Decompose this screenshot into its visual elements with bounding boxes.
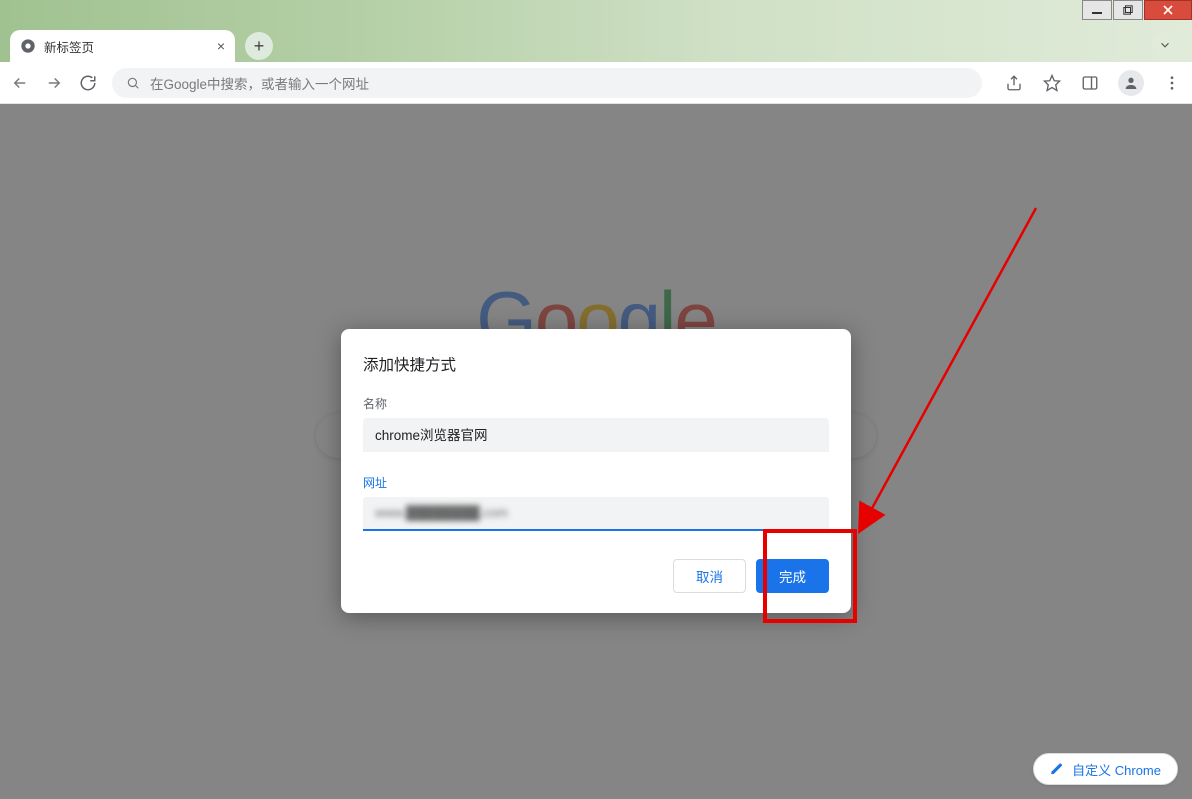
forward-button[interactable] (44, 73, 64, 93)
bookmark-star-icon[interactable] (1042, 73, 1062, 93)
side-panel-icon[interactable] (1080, 73, 1100, 93)
browser-tab[interactable]: 新标签页 × (10, 30, 235, 62)
tab-title: 新标签页 (44, 37, 94, 56)
browser-toolbar: 在Google中搜索，或者输入一个网址 (0, 62, 1192, 104)
reload-button[interactable] (78, 73, 98, 93)
window-close-button[interactable] (1144, 0, 1192, 20)
tab-close-icon[interactable]: × (217, 38, 225, 54)
window-titlebar (0, 0, 1192, 26)
name-field-label: 名称 (363, 395, 829, 412)
url-field-label: 网址 (363, 474, 829, 491)
new-tab-button[interactable]: + (245, 32, 273, 60)
chrome-favicon-icon (20, 38, 36, 54)
share-icon[interactable] (1004, 73, 1024, 93)
tab-strip: 新标签页 × + (0, 26, 1192, 62)
name-input[interactable] (363, 418, 829, 452)
window-minimize-button[interactable] (1082, 0, 1112, 20)
profile-avatar[interactable] (1118, 70, 1144, 96)
search-icon (126, 76, 140, 90)
omnibox[interactable]: 在Google中搜索，或者输入一个网址 (112, 68, 982, 98)
tab-search-button[interactable] (1152, 32, 1178, 58)
omnibox-placeholder: 在Google中搜索，或者输入一个网址 (150, 73, 369, 93)
customize-chrome-button[interactable]: 自定义 Chrome (1033, 753, 1178, 785)
annotation-highlight-box (763, 529, 857, 623)
dialog-title: 添加快捷方式 (363, 353, 829, 375)
window-maximize-button[interactable] (1113, 0, 1143, 20)
url-value-blurred: www.████████.com (363, 505, 508, 520)
pencil-icon (1050, 762, 1064, 776)
cancel-button[interactable]: 取消 (673, 559, 746, 593)
kebab-menu-icon[interactable] (1162, 73, 1182, 93)
back-button[interactable] (10, 73, 30, 93)
customize-label: 自定义 Chrome (1072, 760, 1161, 779)
page-content: Google 添加快捷方式 名称 网址 www.████████.com 取消 … (0, 104, 1192, 799)
